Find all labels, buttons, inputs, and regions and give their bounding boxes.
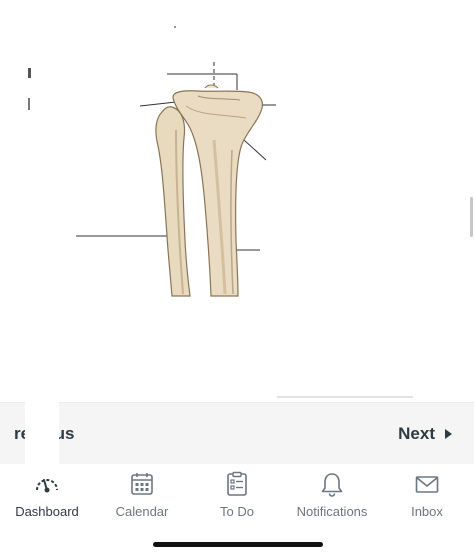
content-area — [0, 0, 474, 400]
calendar-icon — [131, 473, 153, 495]
scroll-indicator[interactable] — [470, 197, 473, 237]
divider — [277, 396, 413, 398]
fibula-bone — [155, 106, 191, 297]
leader-line — [139, 101, 177, 107]
next-label: Next — [398, 424, 435, 443]
envelope-icon — [415, 476, 439, 493]
tab-dashboard[interactable]: Dashboard — [0, 470, 94, 519]
todo-icon — [227, 471, 247, 496]
label-fragment — [28, 98, 30, 110]
overlay-block — [25, 402, 59, 464]
bell-icon — [321, 473, 343, 497]
tab-label: To Do — [220, 504, 254, 519]
label-fragment — [174, 26, 176, 28]
tab-label: Calendar — [115, 504, 169, 519]
home-indicator[interactable] — [153, 542, 323, 547]
tab-label: Notifications — [296, 504, 368, 519]
leader-line — [243, 139, 267, 161]
label-fragment — [28, 68, 31, 78]
tab-inbox[interactable]: Inbox — [380, 470, 474, 519]
dashboard-icon — [36, 479, 58, 493]
tab-notifications[interactable]: Notifications — [285, 470, 379, 519]
tab-calendar[interactable]: Calendar — [95, 470, 189, 519]
tab-label: Dashboard — [15, 504, 79, 519]
tab-label: Inbox — [411, 504, 443, 519]
next-button[interactable]: Next — [398, 420, 452, 448]
caret-right-icon — [445, 429, 452, 439]
tab-todo[interactable]: To Do — [190, 470, 284, 519]
tibia-fibula-diagram — [28, 26, 276, 297]
